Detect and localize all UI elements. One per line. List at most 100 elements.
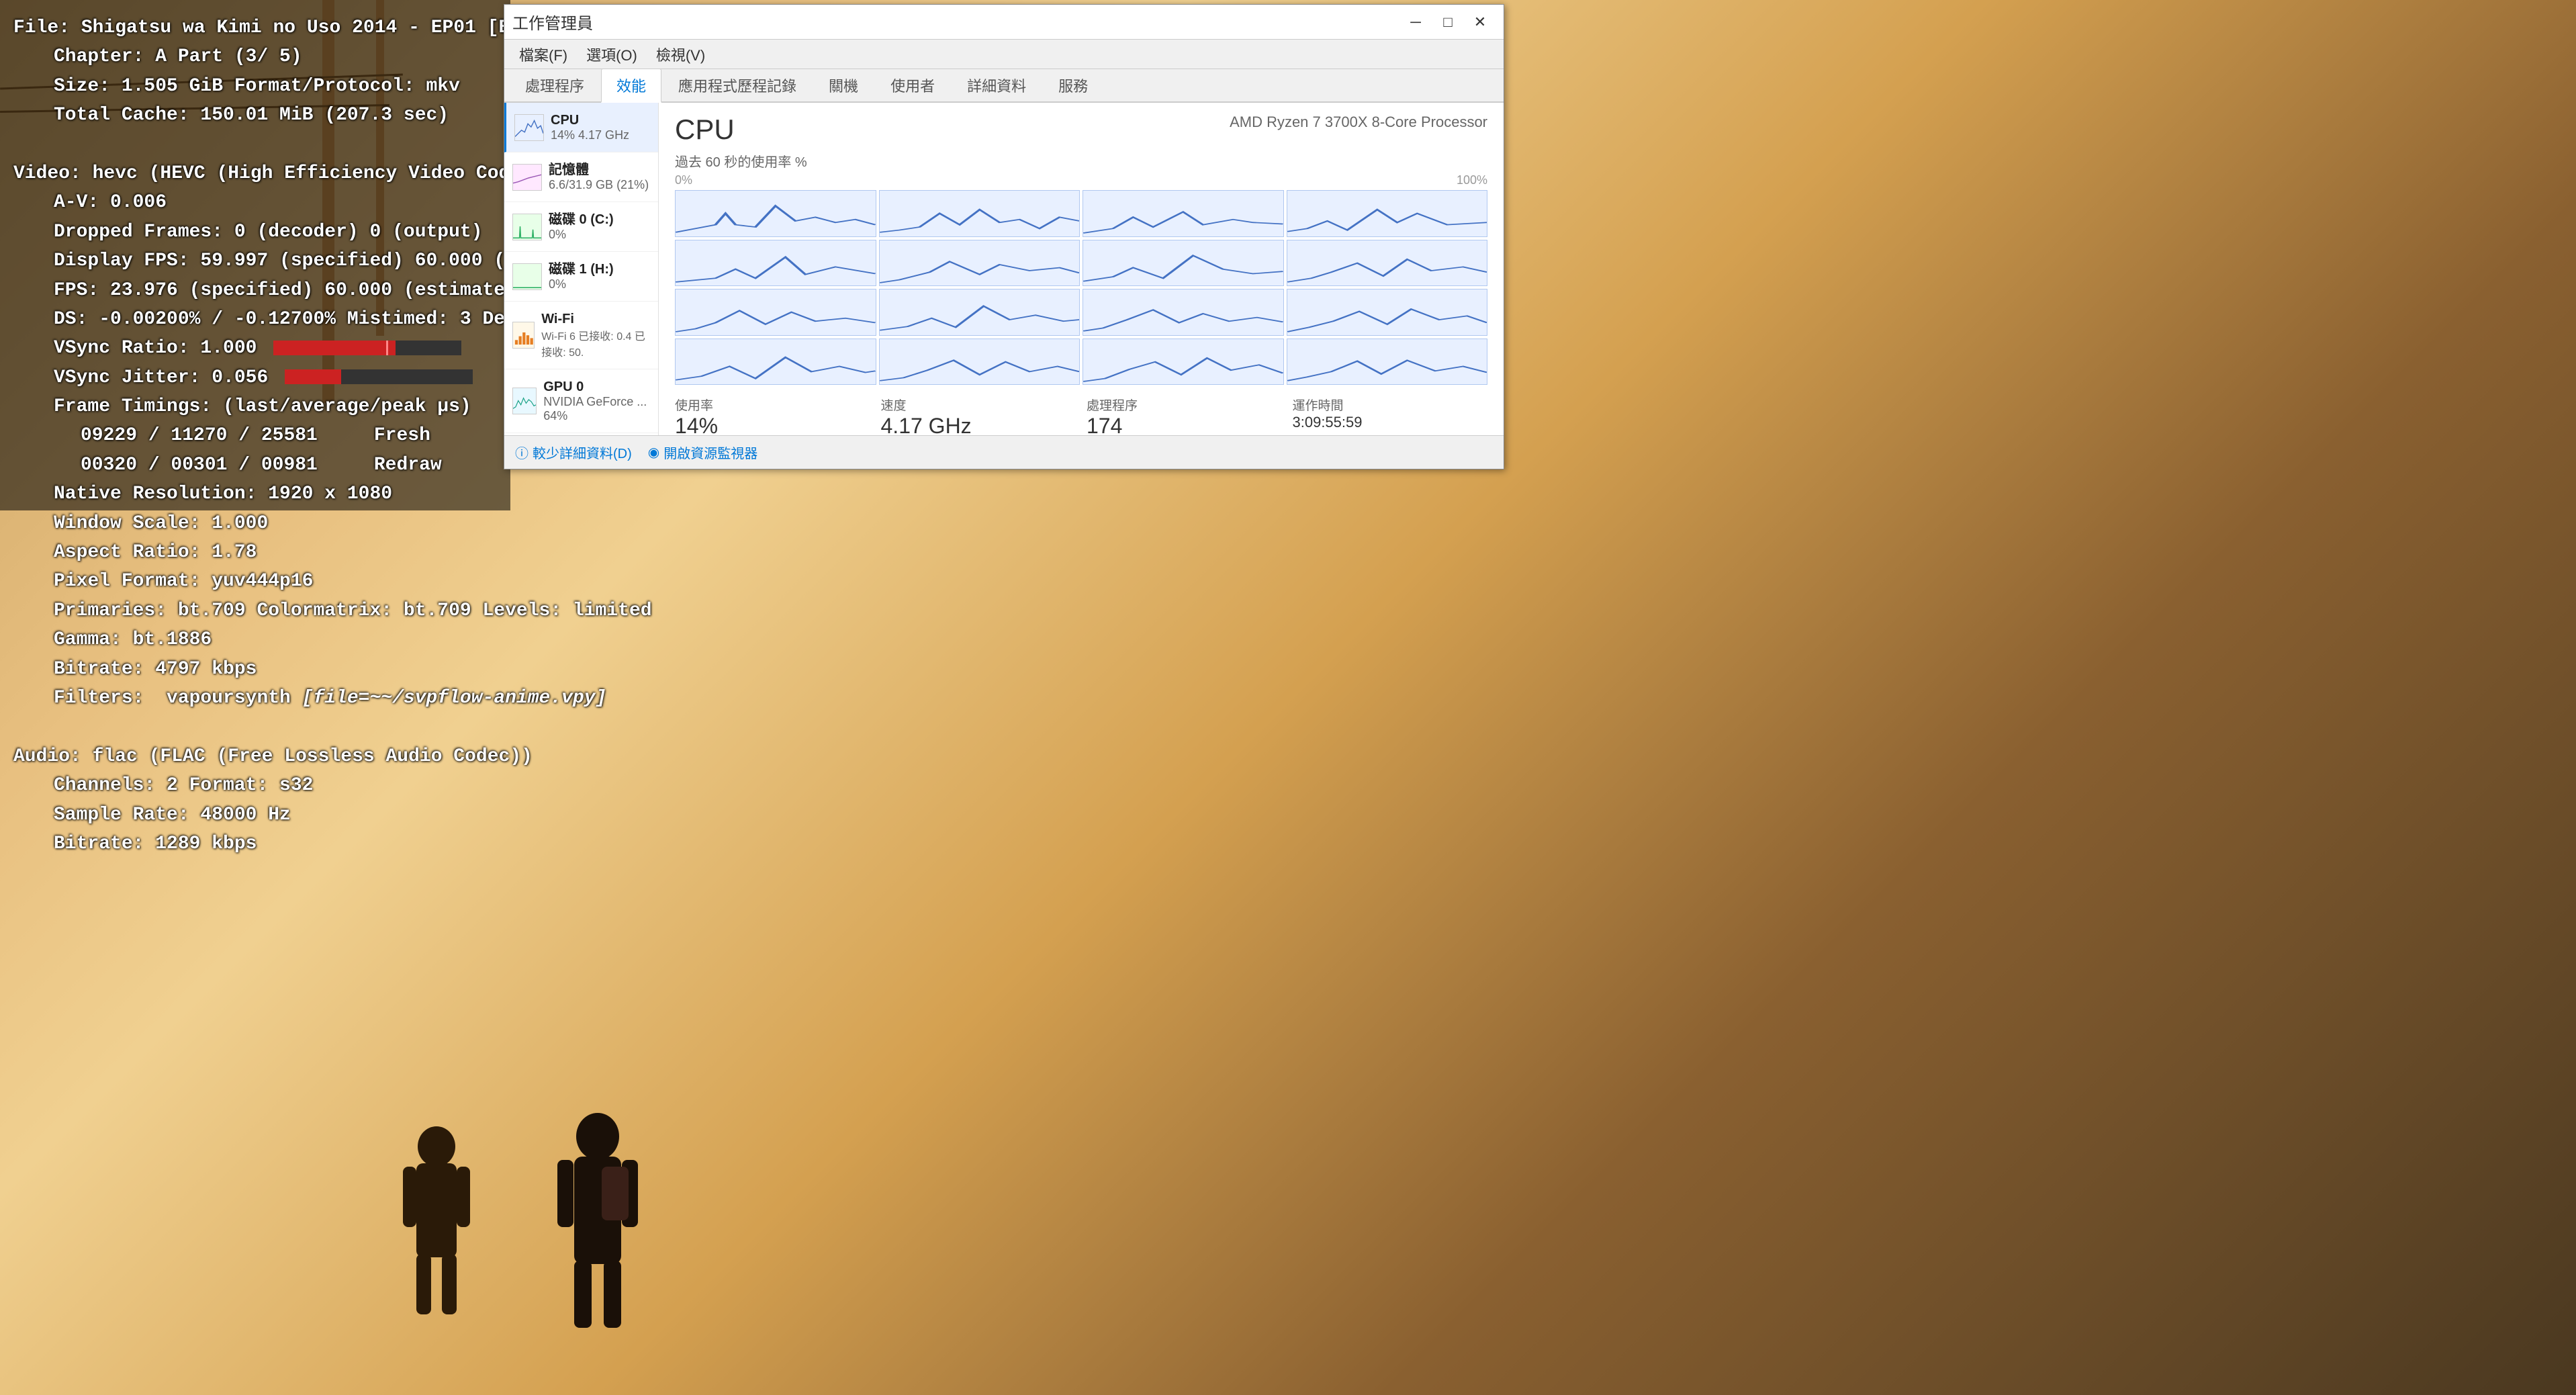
processes-stat-label: 處理程序 [1087,396,1282,414]
sidebar-item-memory[interactable]: 記憶體 6.6/31.9 GB (21%) [504,152,658,202]
menubar: 檔案(F) 選項(O) 檢視(V) [504,40,1504,69]
usage-max: 100% [1457,173,1487,187]
core-chart-2 [1083,190,1284,237]
window-controls: ─ □ ✕ [1400,10,1496,34]
wifi-label: Wi-Fi [541,311,650,327]
tabbar: 處理程序 效能 應用程式歷程記錄 關機 使用者 詳細資料 服務 [504,69,1504,103]
memory-sidebar-labels: 記憶體 6.6/31.9 GB (21%) [549,162,649,192]
sidebar-item-disk0[interactable]: 磁碟 0 (C:) 0% [504,202,658,252]
sidebar-item-disk1[interactable]: 磁碟 1 (H:) 0% [504,252,658,302]
cpu-sublabel: 14% 4.17 GHz [551,128,629,142]
cpu-detail-panel: CPU AMD Ryzen 7 3700X 8-Core Processor 過… [659,103,1504,435]
core-chart-5 [879,240,1080,287]
content-area: CPU 14% 4.17 GHz 記憶體 6.6/31.9 GB (21%) [504,103,1504,435]
vsync-bar [273,341,461,355]
info-icon: ⓘ [515,443,528,462]
wifi-sidebar-labels: Wi-Fi Wi-Fi 6 已接收: 0.4 已接收: 50. [541,311,650,359]
cpu-stats-row: 使用率 14% 速度 4.17 GHz 處理程序 174 運作時間 3:09:5… [675,396,1487,435]
cpu-model-name: AMD Ryzen 7 3700X 8-Core Processor [1230,114,1487,131]
disk0-sidebar-labels: 磁碟 0 (C:) 0% [549,212,614,242]
sidebar: CPU 14% 4.17 GHz 記憶體 6.6/31.9 GB (21%) [504,103,659,435]
sidebar-item-cpu[interactable]: CPU 14% 4.17 GHz [504,103,658,152]
tab-details[interactable]: 詳細資料 [952,69,1042,101]
cpu-panel-title: CPU [675,114,735,146]
core-chart-14 [1083,339,1284,386]
mpv-filters: Filters: vapoursynth [file=~~/svpflow-an… [13,684,792,713]
core-chart-15 [1287,339,1488,386]
core-chart-6 [1083,240,1284,287]
usage-range: 0% 100% [675,173,1487,187]
disk1-sublabel: 0% [549,277,614,291]
minimize-button[interactable]: ─ [1400,10,1431,34]
cpu-panel-header: CPU AMD Ryzen 7 3700X 8-Core Processor [675,114,1487,146]
core-chart-8 [675,289,876,336]
cpu-label: CPU [551,112,629,128]
core-chart-9 [879,289,1080,336]
mem-mini-chart [512,164,542,191]
titlebar: 工作管理員 ─ □ ✕ [504,5,1504,40]
speed-stat-value: 4.17 GHz [881,414,1076,435]
mpv-aspect: Aspect Ratio: 1.78 [13,538,792,567]
tab-performance[interactable]: 效能 [601,69,661,103]
menu-view[interactable]: 檢視(V) [647,40,715,69]
sidebar-item-gpu0[interactable]: GPU 0 NVIDIA GeForce ... 64% [504,369,658,433]
gpu0-sidebar-labels: GPU 0 NVIDIA GeForce ... 64% [543,379,650,423]
mpv-audio: Audio: flac (FLAC (Free Lossless Audio C… [13,742,792,771]
core-chart-1 [879,190,1080,237]
core-chart-4 [675,240,876,287]
task-manager-window: 工作管理員 ─ □ ✕ 檔案(F) 選項(O) 檢視(V) 處理程序 效能 應用… [504,4,1504,469]
core-chart-10 [1083,289,1284,336]
disk0-mini-chart [512,214,542,240]
tab-startup[interactable]: 關機 [813,69,874,101]
disk0-label: 磁碟 0 (C:) [549,212,614,228]
tab-app-history[interactable]: 應用程式歷程記錄 [663,69,812,101]
disk0-sublabel: 0% [549,228,614,242]
sidebar-item-wifi[interactable]: Wi-Fi Wi-Fi 6 已接收: 0.4 已接收: 50. [504,302,658,369]
mpv-native-res: Native Resolution: 1920 x 1080 [13,480,792,508]
close-button[interactable]: ✕ [1465,10,1496,34]
tab-processes[interactable]: 處理程序 [510,69,600,101]
footer-link-resource-monitor[interactable]: ◉ 開啟資源監視器 [648,443,757,462]
mpv-sample-rate: Sample Rate: 48000 Hz [13,801,792,829]
stat-usage: 使用率 14% [675,396,870,435]
mpv-pixel-format: Pixel Format: yuv444p16 [13,567,792,596]
tab-services[interactable]: 服務 [1043,69,1103,101]
stat-uptime: 運作時間 3:09:55:59 [1293,396,1488,435]
footer-link-less-detail[interactable]: ⓘ 較少詳細資料(D) [515,443,632,462]
uptime-stat-label: 運作時間 [1293,396,1488,414]
disk1-sidebar-labels: 磁碟 1 (H:) 0% [549,261,614,291]
character-1 [396,1126,477,1314]
usage-stat-label: 使用率 [675,396,870,414]
cpu-mini-chart [514,114,544,141]
maximize-button[interactable]: □ [1432,10,1463,34]
gpu0-sublabel: NVIDIA GeForce ... 64% [543,395,650,423]
core-chart-11 [1287,289,1488,336]
core-chart-3 [1287,190,1488,237]
character-2 [551,1113,645,1328]
disk1-mini-chart [512,263,542,290]
vsync-jitter-bar [285,369,473,384]
stat-processes: 處理程序 174 [1087,396,1282,435]
uptime-stat-value: 3:09:55:59 [1293,414,1488,431]
mpv-window-scale: Window Scale: 1.000 [13,509,792,538]
gpu0-mini-chart [512,388,537,414]
usage-min: 0% [675,173,692,187]
wifi-sublabel: Wi-Fi 6 已接收: 0.4 已接收: 50. [541,327,650,359]
mpv-audio-bitrate: Bitrate: 1289 kbps [13,829,792,858]
core-chart-7 [1287,240,1488,287]
tab-users[interactable]: 使用者 [875,69,950,101]
memory-sublabel: 6.6/31.9 GB (21%) [549,178,649,192]
core-chart-12 [675,339,876,386]
tm-footer: ⓘ 較少詳細資料(D) ◉ 開啟資源監視器 [504,435,1504,469]
processes-stat-value: 174 [1087,414,1282,435]
monitor-icon: ◉ [648,444,659,461]
usage-label: 過去 60 秒的使用率 % [675,151,1487,171]
wifi-mini-chart [512,322,535,349]
menu-options[interactable]: 選項(O) [577,40,647,69]
usage-stat-value: 14% [675,414,870,435]
menu-file[interactable]: 檔案(F) [510,40,577,69]
mpv-primaries: Primaries: bt.709 Colormatrix: bt.709 Le… [13,596,792,625]
stat-speed: 速度 4.17 GHz [881,396,1076,435]
core-chart-13 [879,339,1080,386]
core-chart-0 [675,190,876,237]
